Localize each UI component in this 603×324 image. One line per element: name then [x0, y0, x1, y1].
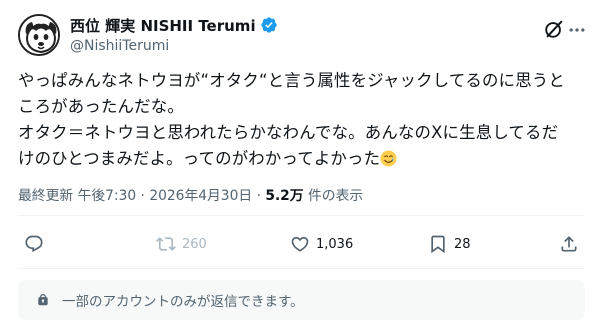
tweet-text-line: ころがあったんだな。	[18, 97, 184, 116]
heart-icon	[291, 236, 309, 252]
divider	[18, 268, 585, 269]
bookmark-count: 28	[454, 236, 471, 252]
meta-separator: ·	[140, 188, 145, 204]
share-button[interactable]	[559, 228, 579, 260]
like-button[interactable]: 1,036	[290, 228, 353, 260]
bookmark-button[interactable]: 28	[428, 228, 471, 260]
reply-button[interactable]	[24, 228, 50, 260]
views-count[interactable]: 5.2万	[265, 188, 303, 204]
retweet-button[interactable]: 260	[156, 228, 207, 260]
retweet-icon	[156, 237, 176, 251]
avatar-illustration	[20, 16, 58, 54]
views-label: 件の表示	[307, 188, 364, 204]
avatar[interactable]	[18, 14, 60, 56]
reply-restriction-notice: 一部のアカウントのみが返信できます。	[18, 280, 585, 320]
handle[interactable]: @NishiiTerumi	[70, 38, 278, 54]
tweet-meta: 最終更新 午後7:30 · 2026年4月30日 · 5.2万 件の表示	[18, 184, 363, 204]
edited-label[interactable]: 最終更新	[18, 188, 73, 204]
tweet-text-line: やっぱみんなネトウヨが“オタク“と言う属性をジャックしてるのに思うと	[18, 71, 565, 90]
tweet-header: 西位 輝実 NISHII Terumi @NishiiTerumi	[18, 12, 587, 60]
tweet-text-line: オタク＝ネトウヨと思われたらかなわんでな。あんなのXに生息してるだ	[18, 123, 559, 142]
more-icon[interactable]	[567, 20, 587, 40]
tweet-text-line: けのひとつまみだよ。ってのがわかってよかった	[18, 149, 381, 168]
grok-icon[interactable]	[543, 18, 565, 40]
retweet-count: 260	[182, 236, 207, 252]
action-bar: 260 1,036 28	[18, 228, 585, 260]
tweet-text: やっぱみんなネトウヨが“オタク“と言う属性をジャックしてるのに思うと ころがあっ…	[18, 68, 593, 172]
author-names: 西位 輝実 NISHII Terumi @NishiiTerumi	[70, 14, 278, 54]
lock-icon	[38, 294, 48, 306]
post-time[interactable]: 午後7:30	[78, 188, 137, 204]
reply-icon	[25, 235, 43, 253]
meta-separator: ·	[256, 188, 261, 204]
bookmark-icon	[431, 235, 445, 254]
tear-smile-emoji-icon	[380, 150, 397, 167]
divider	[18, 215, 585, 216]
like-count: 1,036	[316, 236, 354, 252]
display-name[interactable]: 西位 輝実 NISHII Terumi	[70, 15, 256, 36]
reply-restriction-text: 一部のアカウントのみが返信できます。	[62, 294, 304, 310]
post-date[interactable]: 2026年4月30日	[149, 188, 252, 204]
verified-badge-icon[interactable]	[260, 16, 278, 34]
share-icon	[561, 236, 577, 252]
